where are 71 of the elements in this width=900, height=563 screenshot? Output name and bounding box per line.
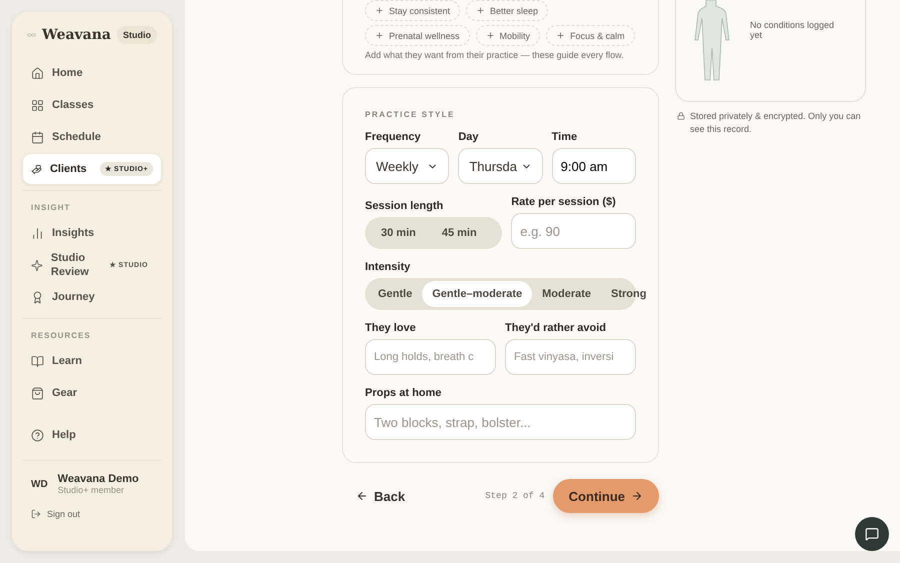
plan-badge: Studio bbox=[117, 26, 157, 44]
nav-item[interactable]: Schedule bbox=[23, 122, 161, 152]
privacy-note: Stored privately & encrypted. Only you can see this record. bbox=[675, 102, 866, 144]
day-select[interactable]: Thursda bbox=[458, 148, 543, 184]
arrow-left-icon bbox=[356, 490, 368, 502]
step-indicator: Step 2 of 4 bbox=[485, 491, 545, 501]
goal-chip[interactable]: Better sleep bbox=[466, 0, 548, 21]
field-label: Session length bbox=[365, 200, 444, 212]
clients-icon bbox=[31, 162, 42, 176]
empty-state-text: No conditions logged yet bbox=[750, 20, 836, 40]
arrow-right-icon bbox=[631, 490, 643, 502]
segment-option[interactable]: Moderate bbox=[532, 281, 602, 307]
segment-option[interactable]: Gentle–moderate bbox=[422, 281, 532, 307]
home-icon bbox=[31, 66, 44, 80]
journey-icon bbox=[31, 290, 44, 304]
plus-icon bbox=[556, 31, 566, 40]
help-link[interactable]: Help bbox=[23, 420, 161, 450]
nav-item[interactable]: Gear bbox=[23, 378, 161, 408]
input-field[interactable]: Long holds, breath c bbox=[365, 339, 496, 375]
goal-chip[interactable]: Stay consistent bbox=[365, 0, 460, 21]
goal-chip[interactable]: Focus & calm bbox=[546, 25, 635, 46]
chat-icon bbox=[865, 527, 879, 541]
user-name: Weavana Demo bbox=[58, 473, 139, 485]
review-icon bbox=[31, 258, 43, 272]
gear-icon bbox=[31, 386, 44, 400]
plus-icon bbox=[486, 31, 495, 40]
field-label: Time bbox=[552, 131, 578, 143]
section-heading: PRACTICE STYLE bbox=[365, 110, 456, 119]
segment-option[interactable]: 45 min bbox=[428, 220, 490, 246]
goal-chip[interactable]: Prenatal wellness bbox=[365, 25, 470, 46]
continue-button[interactable]: Continue bbox=[552, 479, 659, 513]
classes-icon bbox=[31, 98, 44, 112]
plus-icon bbox=[476, 6, 486, 15]
field-label: Rate per session ($) bbox=[511, 196, 617, 208]
field-label: Day bbox=[458, 131, 480, 143]
sign-out-icon bbox=[31, 509, 41, 519]
nav-item[interactable]: Learn bbox=[23, 346, 161, 376]
field-label: Props at home bbox=[365, 387, 442, 399]
schedule-icon bbox=[31, 130, 44, 144]
nav-item[interactable]: Insights bbox=[23, 218, 161, 248]
learn-icon bbox=[31, 354, 44, 368]
field-label: They love bbox=[365, 322, 417, 334]
goal-chip[interactable]: Mobility bbox=[476, 25, 540, 46]
rate-field[interactable]: e.g. 90 bbox=[511, 213, 636, 249]
goals-hint: Add what they want from their practice — these guide every flow. bbox=[365, 50, 625, 60]
plus-icon bbox=[375, 6, 384, 15]
field-label: Intensity bbox=[365, 261, 412, 273]
back-button[interactable]: Back bbox=[356, 488, 406, 504]
nav-item[interactable]: Home bbox=[23, 58, 161, 88]
section-heading: INSIGHT bbox=[23, 190, 161, 218]
user-role: Studio+ member bbox=[58, 485, 125, 495]
avatar-initials: WD bbox=[31, 478, 48, 490]
plus-icon bbox=[375, 31, 384, 40]
chat-button[interactable] bbox=[855, 517, 889, 551]
input-field[interactable]: Fast vinyasa, inversi bbox=[505, 339, 636, 375]
brand-name: Weavana bbox=[42, 27, 111, 43]
frequency-select[interactable]: Weekly bbox=[365, 148, 450, 184]
sign-out-link[interactable]: Sign out bbox=[23, 501, 161, 527]
segment-option[interactable]: 30 min bbox=[368, 220, 429, 246]
time-field[interactable]: 9:00 am bbox=[552, 148, 636, 184]
field-label: They'd rather avoid bbox=[505, 322, 608, 334]
segment-option[interactable]: Gentle bbox=[368, 281, 422, 307]
nav-item[interactable]: Classes bbox=[23, 90, 161, 120]
input-field[interactable]: Two blocks, strap, bolster... bbox=[365, 404, 636, 440]
insights-icon bbox=[31, 226, 44, 240]
help-icon bbox=[31, 428, 44, 442]
segment-option[interactable]: Strong bbox=[601, 281, 656, 307]
section-heading: RESOURCES bbox=[23, 318, 161, 346]
nav-item[interactable]: Journey bbox=[23, 282, 161, 312]
field-label: Frequency bbox=[365, 131, 422, 143]
lock-icon bbox=[677, 112, 685, 120]
